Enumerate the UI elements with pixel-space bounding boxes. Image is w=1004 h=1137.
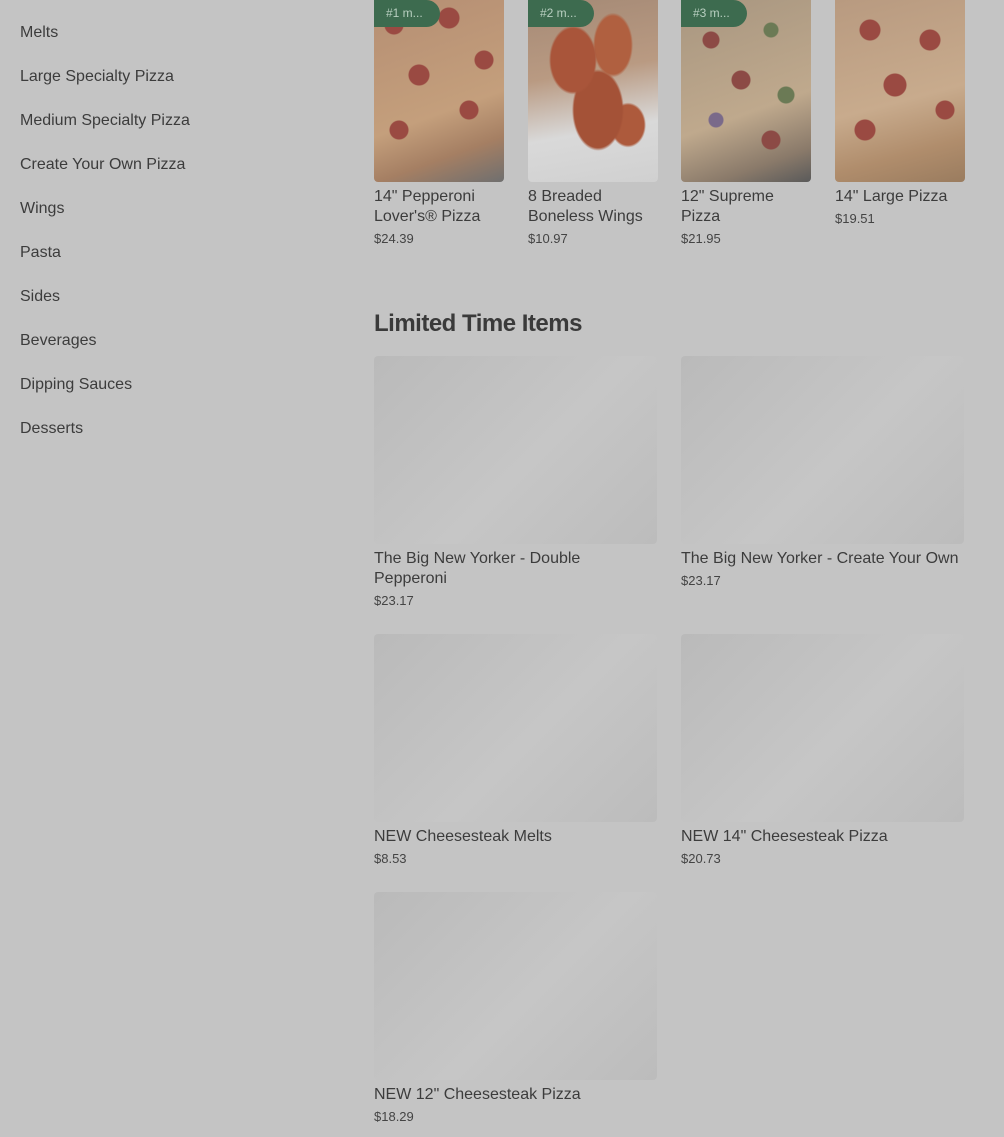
limited-item-card[interactable]: NEW 14" Cheesesteak Pizza $20.73 bbox=[681, 634, 964, 867]
sidebar-item-beverages[interactable]: Beverages bbox=[20, 331, 97, 351]
popular-item-card[interactable]: 14" Large Pizza $19.51 bbox=[835, 0, 965, 227]
section-title: Limited Time Items bbox=[374, 310, 582, 337]
product-price: $19.51 bbox=[835, 211, 875, 226]
product-image-placeholder[interactable] bbox=[374, 634, 657, 822]
popular-item-card[interactable]: #1 m... 14" Pepperoni Lover's® Pizza $24… bbox=[374, 0, 504, 247]
sidebar-item-medium-specialty-pizza[interactable]: Medium Specialty Pizza bbox=[20, 111, 190, 131]
product-title[interactable]: 14" Large Pizza bbox=[835, 187, 965, 207]
product-image[interactable]: #1 m... bbox=[374, 0, 504, 182]
sidebar-item-desserts[interactable]: Desserts bbox=[20, 419, 83, 439]
product-price: $18.29 bbox=[374, 1109, 414, 1124]
product-price: $8.53 bbox=[374, 851, 407, 866]
sidebar-item-large-specialty-pizza[interactable]: Large Specialty Pizza bbox=[20, 67, 174, 87]
product-title[interactable]: 14" Pepperoni Lover's® Pizza bbox=[374, 187, 504, 227]
popular-item-card[interactable]: #2 m... 8 Breaded Boneless Wings $10.97 bbox=[528, 0, 658, 247]
product-image-placeholder[interactable] bbox=[681, 634, 964, 822]
product-title[interactable]: NEW 12" Cheesesteak Pizza bbox=[374, 1085, 657, 1105]
rank-badge: #3 m... bbox=[681, 0, 747, 27]
sidebar-item-melts[interactable]: Melts bbox=[20, 23, 58, 43]
product-title[interactable]: The Big New Yorker - Double Pepperoni bbox=[374, 549, 657, 589]
product-price: $10.97 bbox=[528, 231, 568, 246]
product-title[interactable]: The Big New Yorker - Create Your Own bbox=[681, 549, 964, 569]
popular-item-card[interactable]: #3 m... 12" Supreme Pizza $21.95 bbox=[681, 0, 811, 247]
product-price: $21.95 bbox=[681, 231, 721, 246]
product-price: $20.73 bbox=[681, 851, 721, 866]
rank-badge: #1 m... bbox=[374, 0, 440, 27]
product-title[interactable]: 12" Supreme Pizza bbox=[681, 187, 811, 227]
limited-item-card[interactable]: NEW Cheesesteak Melts $8.53 bbox=[374, 634, 657, 867]
sidebar-item-sides[interactable]: Sides bbox=[20, 287, 60, 307]
limited-item-card[interactable]: The Big New Yorker - Double Pepperoni $2… bbox=[374, 356, 657, 609]
limited-item-card[interactable]: The Big New Yorker - Create Your Own $23… bbox=[681, 356, 964, 589]
product-image[interactable]: #2 m... bbox=[528, 0, 658, 182]
product-image[interactable]: #3 m... bbox=[681, 0, 811, 182]
sidebar-item-wings[interactable]: Wings bbox=[20, 199, 64, 219]
sidebar-item-dipping-sauces[interactable]: Dipping Sauces bbox=[20, 375, 132, 395]
rank-badge: #2 m... bbox=[528, 0, 594, 27]
product-title[interactable]: NEW Cheesesteak Melts bbox=[374, 827, 657, 847]
product-title[interactable]: NEW 14" Cheesesteak Pizza bbox=[681, 827, 964, 847]
sidebar-item-create-your-own-pizza[interactable]: Create Your Own Pizza bbox=[20, 155, 185, 175]
product-image-placeholder[interactable] bbox=[681, 356, 964, 544]
product-image[interactable] bbox=[835, 0, 965, 182]
product-image-placeholder[interactable] bbox=[374, 892, 657, 1080]
product-price: $24.39 bbox=[374, 231, 414, 246]
product-price: $23.17 bbox=[681, 573, 721, 588]
product-title[interactable]: 8 Breaded Boneless Wings bbox=[528, 187, 658, 227]
sidebar-item-pasta[interactable]: Pasta bbox=[20, 243, 61, 263]
product-price: $23.17 bbox=[374, 593, 414, 608]
limited-item-card[interactable]: NEW 12" Cheesesteak Pizza $18.29 bbox=[374, 892, 657, 1125]
product-image-placeholder[interactable] bbox=[374, 356, 657, 544]
menu-page: Melts Large Specialty Pizza Medium Speci… bbox=[0, 0, 1004, 1137]
